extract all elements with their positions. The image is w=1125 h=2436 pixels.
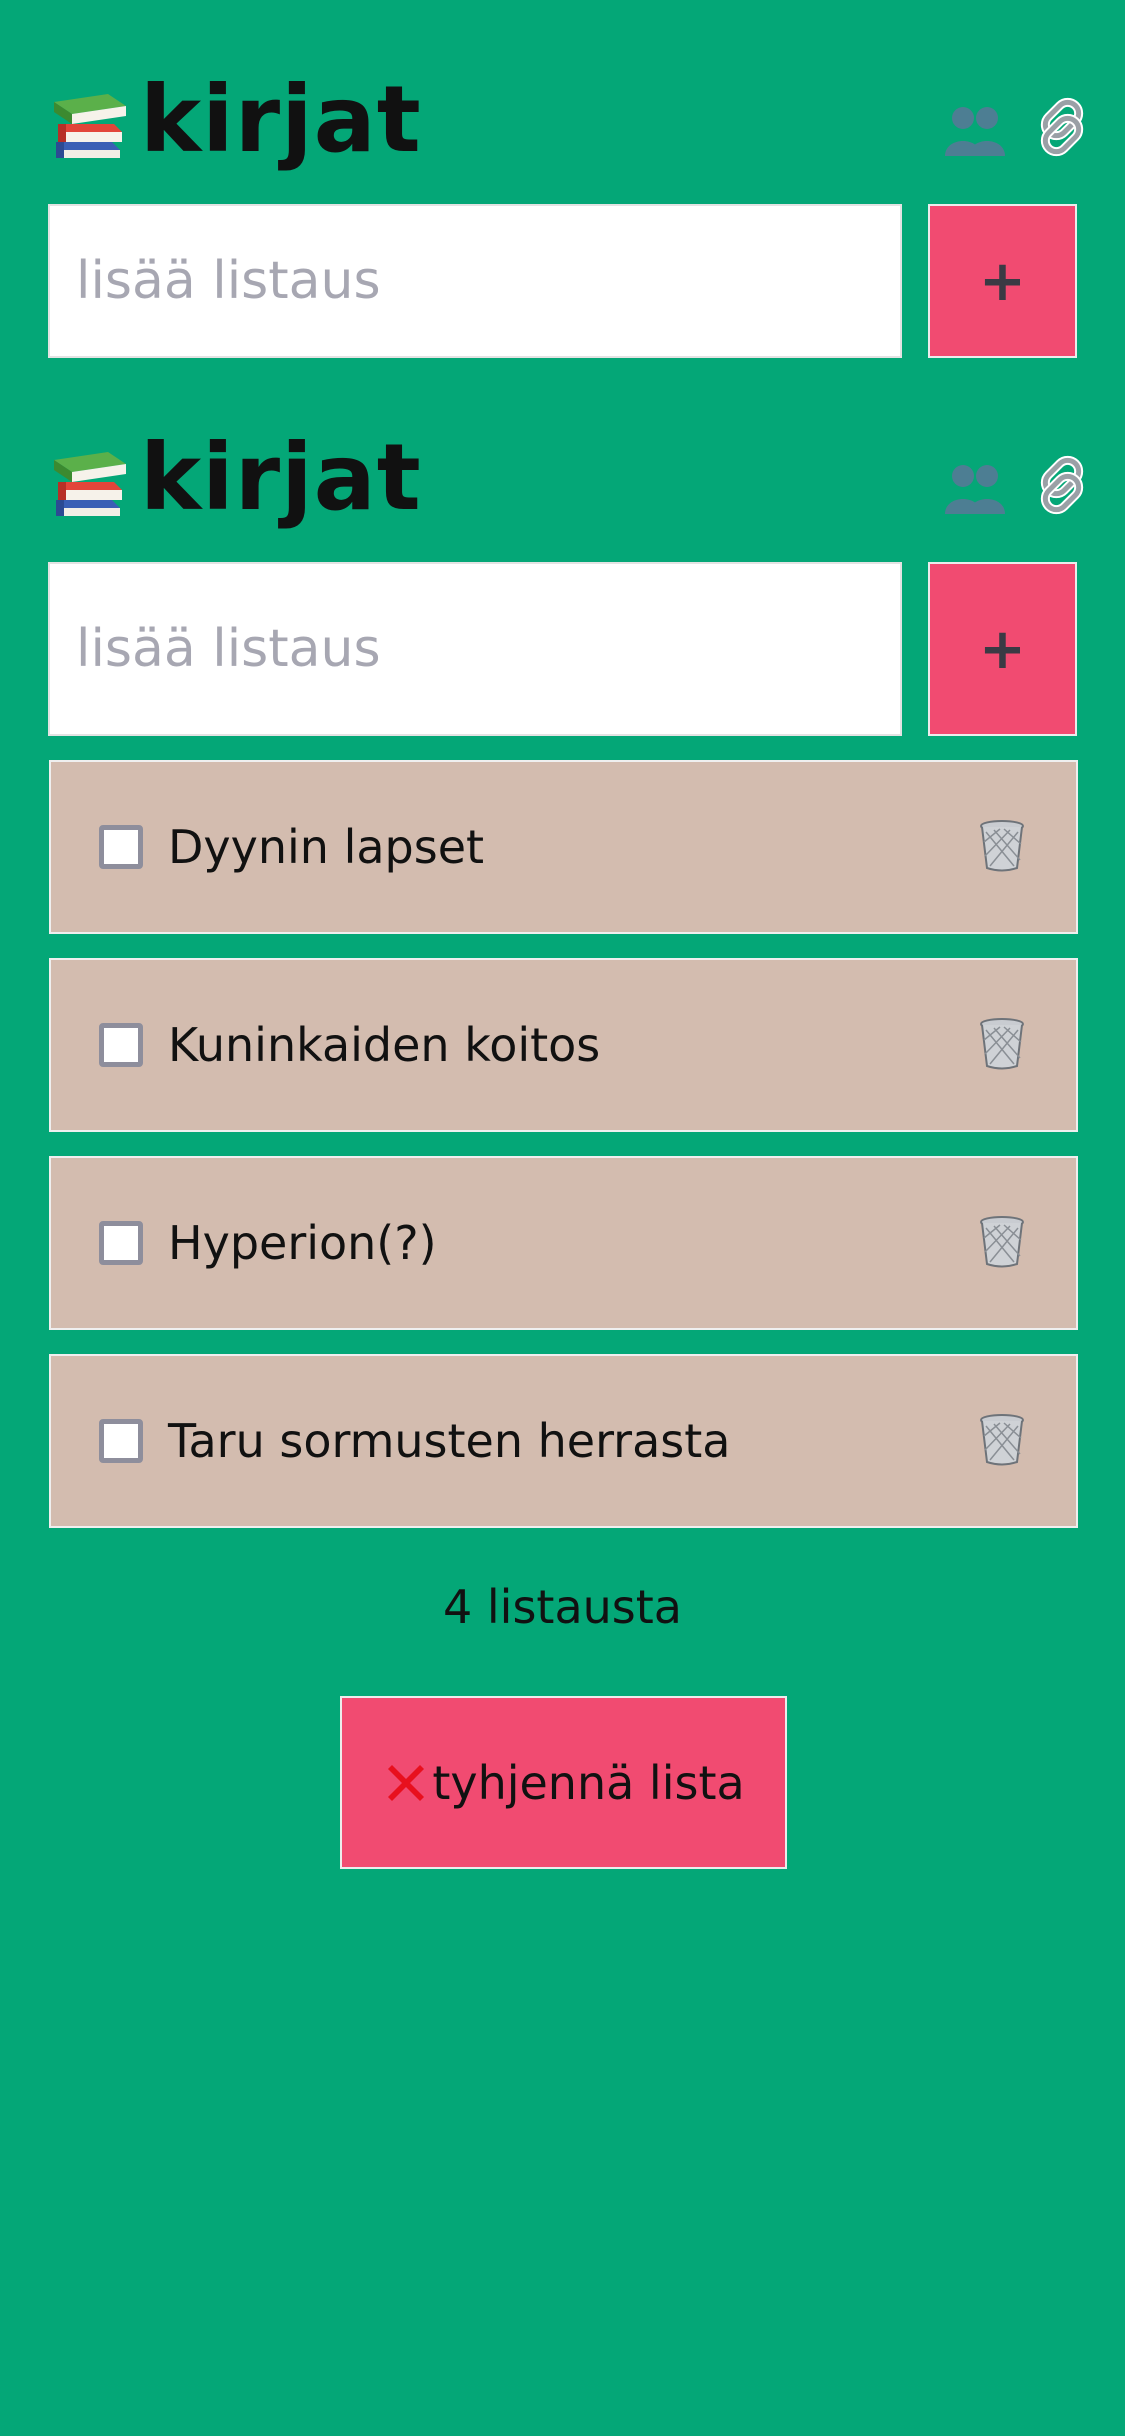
clear-list-label: tyhjennä lista	[432, 1755, 745, 1810]
list-item: Taru sormusten herrasta	[49, 1354, 1078, 1528]
add-item-button[interactable]: +	[928, 562, 1077, 736]
item-checkbox[interactable]	[99, 1221, 143, 1265]
item-label: Hyperion(?)	[168, 1216, 437, 1270]
list-item: Kuninkaiden koitos	[49, 958, 1078, 1132]
clear-list-button[interactable]: tyhjennä lista	[340, 1696, 787, 1869]
item-checkbox[interactable]	[99, 1419, 143, 1463]
header-second: kirjat	[48, 428, 1093, 536]
item-checkbox[interactable]	[99, 825, 143, 869]
link-icon[interactable]	[1031, 96, 1093, 158]
add-item-input[interactable]	[48, 562, 902, 736]
list-item: Hyperion(?)	[49, 1156, 1078, 1330]
cross-icon	[382, 1759, 430, 1807]
page-title: kirjat	[140, 424, 422, 531]
item-count: 4 listausta	[443, 1580, 682, 1634]
list-item: Dyynin lapset	[49, 760, 1078, 934]
item-label: Dyynin lapset	[168, 820, 485, 874]
item-label: Taru sormusten herrasta	[168, 1414, 731, 1468]
users-icon[interactable]	[943, 460, 1007, 516]
header-first: kirjat	[48, 70, 1093, 178]
link-icon[interactable]	[1031, 454, 1093, 516]
users-icon[interactable]	[943, 102, 1007, 158]
books-icon	[50, 84, 130, 164]
trash-icon[interactable]	[978, 1414, 1026, 1466]
trash-icon[interactable]	[978, 820, 1026, 872]
add-item-button[interactable]: +	[928, 204, 1077, 358]
trash-icon[interactable]	[978, 1216, 1026, 1268]
item-label: Kuninkaiden koitos	[168, 1018, 601, 1072]
page-title: kirjat	[140, 66, 422, 173]
item-checkbox[interactable]	[99, 1023, 143, 1067]
trash-icon[interactable]	[978, 1018, 1026, 1070]
add-item-input[interactable]	[48, 204, 902, 358]
books-icon	[50, 442, 130, 522]
